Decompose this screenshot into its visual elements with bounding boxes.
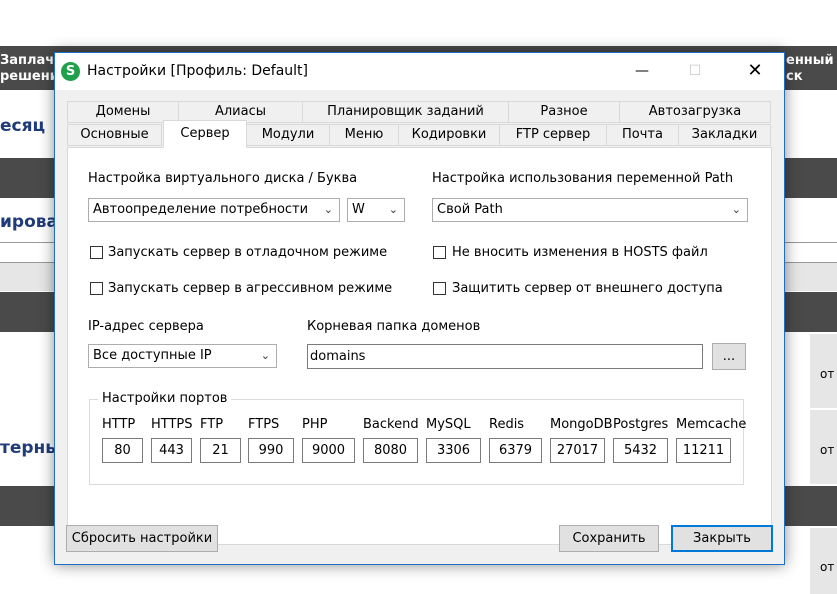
tab-encodings[interactable]: Кодировки [398, 124, 500, 146]
reset-settings-button[interactable]: Сбросить настройки [66, 525, 218, 552]
dialog-title: Настройки [Профиль: Default] [87, 63, 309, 79]
port-input-memcache[interactable]: 11211 [676, 438, 731, 463]
browse-button[interactable]: ... [712, 343, 746, 370]
port-input-https[interactable]: 443 [151, 438, 192, 463]
port-input-php[interactable]: 9000 [302, 438, 355, 463]
settings-dialog: S Настройки [Профиль: Default] — ☐ ✕ Дом… [54, 52, 785, 565]
port-label-mysql: MySQL [426, 417, 471, 432]
tab-server[interactable]: Сервер [163, 120, 247, 148]
port-label-mongodb: MongoDB [550, 417, 613, 432]
close-button[interactable]: Закрыть [671, 525, 773, 552]
port-label-memcache: Memcache [676, 417, 747, 432]
tab-bookmarks[interactable]: Закладки [678, 124, 771, 146]
background-side-text-3: терны [0, 438, 61, 458]
port-label-backend: Backend [363, 417, 419, 432]
chevron-down-icon: ⌄ [260, 349, 270, 362]
debug-mode-checkbox[interactable] [90, 246, 103, 259]
hosts-label: Не вносить изменения в HOSTS файл [452, 245, 708, 260]
drive-letter-select[interactable]: W ⌄ [347, 198, 405, 222]
tab-misc[interactable]: Разное [508, 101, 620, 123]
aggressive-mode-checkbox[interactable] [90, 282, 103, 295]
protect-server-label: Защитить сервер от внешнего доступа [452, 281, 723, 296]
background-side-text-2: ирова [0, 212, 58, 232]
chevron-down-icon: ⌄ [388, 203, 398, 216]
debug-mode-label: Запускать сервер в отладочном режиме [108, 245, 388, 260]
port-label-ftps: FTPS [248, 417, 280, 432]
background-right-cell-text-2: от [820, 443, 835, 457]
chevron-down-icon: ⌄ [323, 203, 333, 216]
port-input-ftp[interactable]: 21 [200, 438, 241, 463]
minimize-button[interactable]: — [619, 53, 665, 90]
port-label-ftp: FTP [200, 417, 224, 432]
port-input-redis[interactable]: 6379 [489, 438, 542, 463]
vdisk-select[interactable]: Автоопределение потребности ⌄ [88, 198, 340, 222]
tab-ftp-server[interactable]: FTP сервер [499, 124, 607, 146]
tab-autostart[interactable]: Автозагрузка [619, 101, 771, 123]
port-label-postgres: Postgres [613, 417, 669, 432]
background-header-right: енный ск [786, 53, 834, 85]
port-input-ftps[interactable]: 990 [248, 438, 294, 463]
ports-group-label: Настройки портов [98, 391, 232, 406]
tab-general[interactable]: Основные [67, 124, 162, 146]
background-right-cell-text-1: от [820, 367, 835, 381]
port-input-mongodb[interactable]: 27017 [550, 438, 605, 463]
ip-select[interactable]: Все доступные IP ⌄ [88, 344, 277, 368]
background-right-cell-text-3: от [820, 560, 835, 574]
port-label-php: PHP [302, 417, 328, 432]
port-label-http: HTTP [102, 417, 136, 432]
vdisk-select-value: Автоопределение потребности [93, 202, 309, 217]
bg-right-line2: ск [786, 69, 803, 84]
path-label: Настройка использования переменной Path [432, 171, 734, 186]
protect-server-checkbox[interactable] [433, 282, 446, 295]
root-folder-label: Корневая папка доменов [307, 319, 481, 334]
port-label-https: HTTPS [151, 417, 193, 432]
maximize-button[interactable]: ☐ [672, 53, 718, 90]
save-button[interactable]: Сохранить [559, 525, 659, 552]
close-window-button[interactable]: ✕ [732, 53, 778, 90]
ip-label: IP-адрес сервера [88, 319, 204, 334]
port-input-backend[interactable]: 8080 [363, 438, 418, 463]
background-side-text-1: есяц [0, 116, 46, 136]
tab-mail[interactable]: Почта [606, 124, 679, 146]
aggressive-mode-label: Запускать сервер в агрессивном режиме [108, 281, 393, 296]
root-folder-input[interactable]: domains [307, 344, 703, 369]
chevron-down-icon: ⌄ [731, 203, 741, 216]
port-label-redis: Redis [489, 417, 525, 432]
tab-scheduler[interactable]: Планировщик заданий [302, 101, 509, 123]
tab-menu[interactable]: Меню [329, 124, 399, 146]
path-select-value: Свой Path [437, 202, 503, 217]
bg-right-line1: енный [786, 53, 834, 68]
tab-modules[interactable]: Модули [246, 124, 330, 146]
drive-letter-value: W [352, 202, 365, 217]
vdisk-label: Настройка виртуального диска / Буква [88, 171, 358, 186]
port-input-mysql[interactable]: 3306 [426, 438, 481, 463]
app-icon: S [61, 62, 80, 81]
dialog-titlebar[interactable]: S Настройки [Профиль: Default] — ☐ ✕ [55, 53, 784, 90]
path-select[interactable]: Свой Path ⌄ [432, 198, 748, 222]
ip-select-value: Все доступные IP [93, 348, 212, 363]
port-input-postgres[interactable]: 5432 [613, 438, 668, 463]
port-input-http[interactable]: 80 [102, 438, 143, 463]
hosts-checkbox[interactable] [433, 246, 446, 259]
